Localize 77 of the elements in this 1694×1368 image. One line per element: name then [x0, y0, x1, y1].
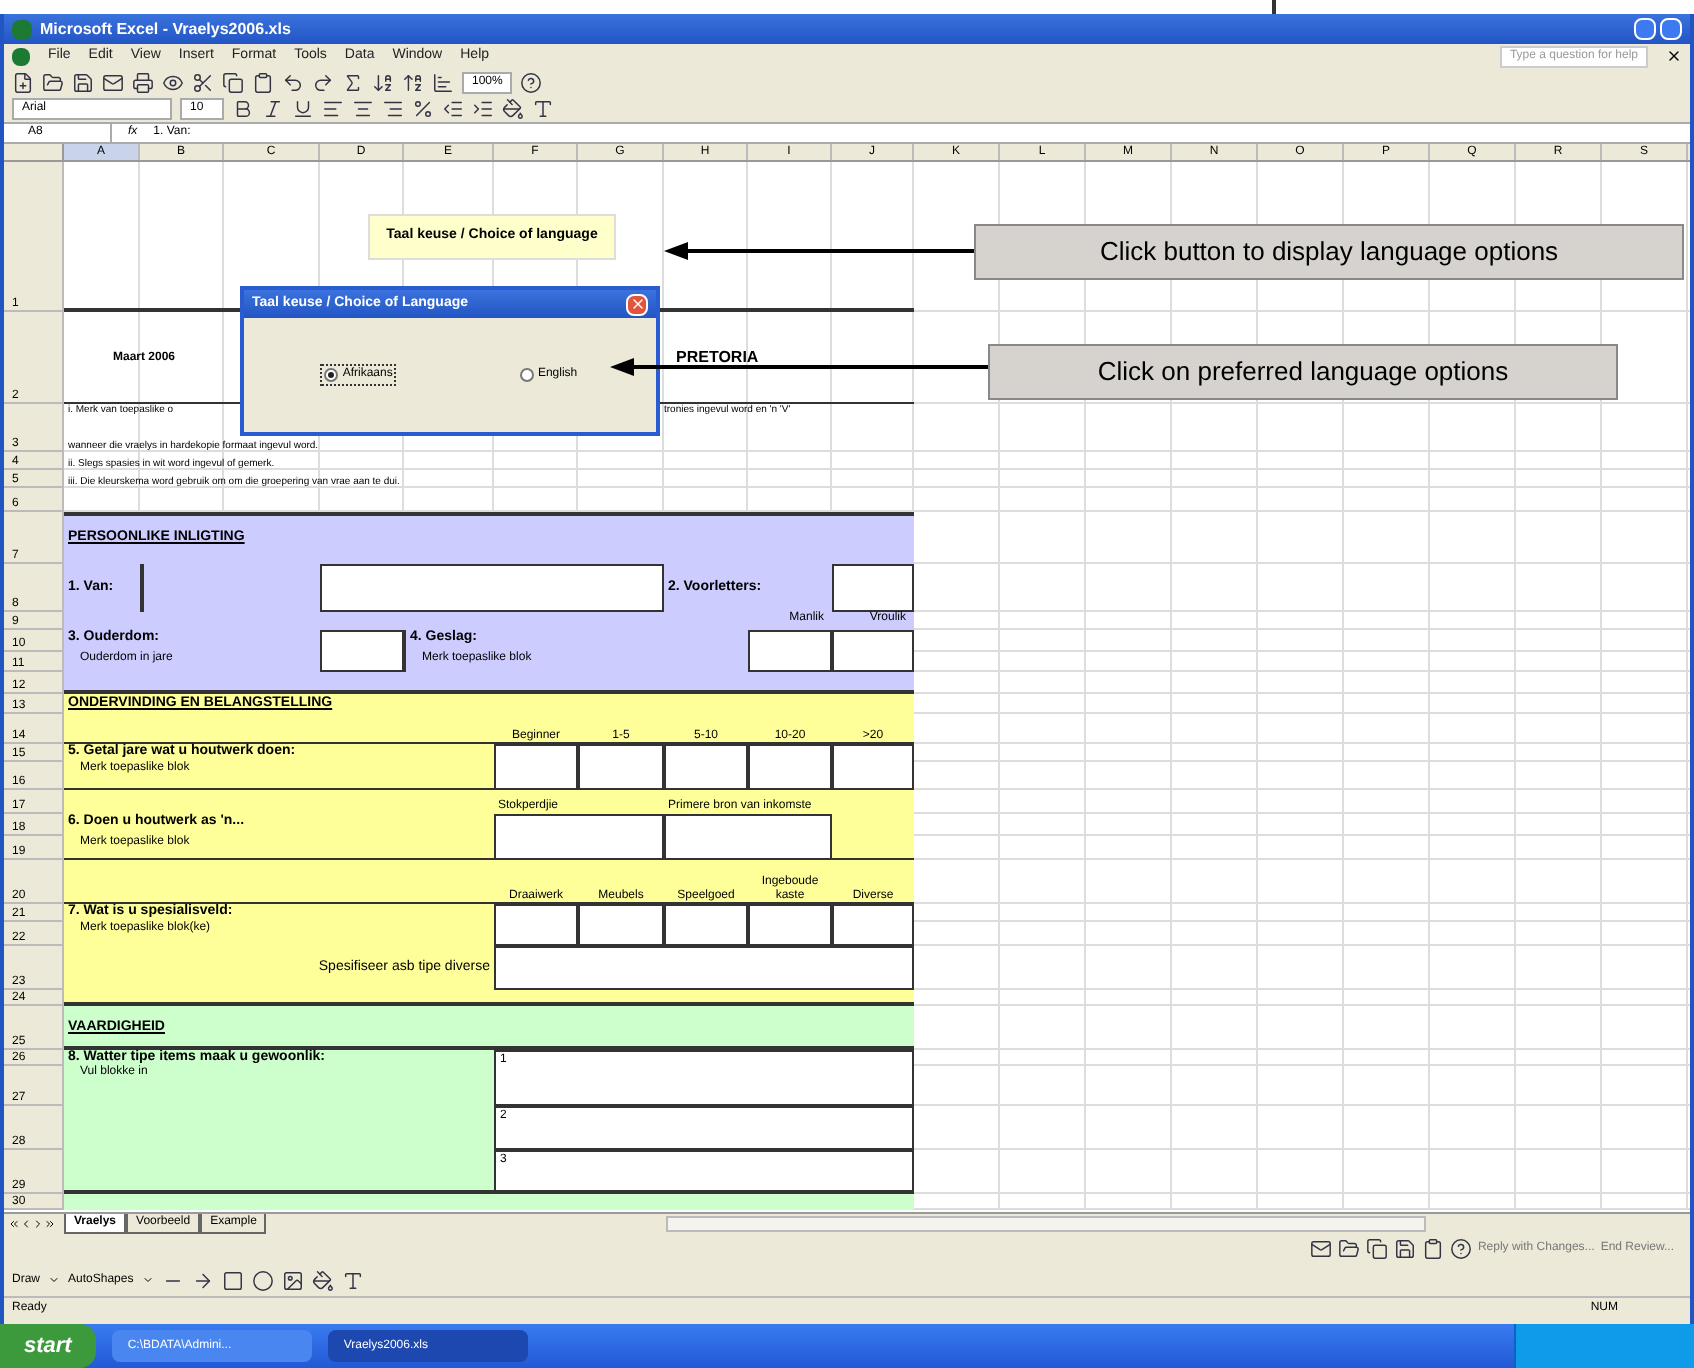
close-icon — [629, 296, 645, 312]
close-icon[interactable] — [1666, 48, 1682, 64]
new-icon[interactable] — [12, 71, 34, 93]
minimize-button[interactable] — [1634, 18, 1656, 40]
print-icon[interactable] — [132, 71, 154, 93]
paste-icon[interactable] — [252, 71, 274, 93]
checkbox-cell[interactable] — [748, 904, 832, 946]
redo-icon[interactable] — [312, 71, 334, 93]
dropdown-icon[interactable] — [48, 1274, 61, 1286]
fill-color-icon[interactable] — [502, 98, 524, 120]
checkbox-cell[interactable] — [494, 904, 578, 946]
undo-icon[interactable] — [282, 71, 304, 93]
checkbox-cell[interactable] — [832, 630, 914, 672]
review-tool-icon[interactable] — [1309, 1237, 1332, 1259]
checkbox-cell[interactable] — [748, 630, 832, 672]
align-right-icon[interactable] — [382, 98, 404, 120]
callout: Click button to display language options — [974, 224, 1684, 280]
input-field[interactable] — [320, 564, 664, 612]
tab-scroll-icon[interactable] — [44, 1217, 56, 1229]
checkbox-cell[interactable] — [664, 814, 832, 860]
rectangle-icon[interactable] — [221, 1269, 244, 1291]
checkbox-cell[interactable] — [494, 814, 664, 860]
checkbox-cell[interactable] — [664, 744, 748, 790]
percent-icon[interactable] — [412, 98, 434, 120]
font-color-icon[interactable] — [532, 98, 554, 120]
restore-button[interactable] — [1660, 18, 1682, 40]
cut-icon[interactable] — [192, 71, 214, 93]
sum-icon[interactable] — [342, 71, 364, 93]
close-button[interactable] — [626, 293, 648, 315]
italic-icon[interactable] — [262, 98, 284, 120]
review-tool-icon[interactable] — [1337, 1237, 1360, 1259]
form-heading: PRETORIA — [674, 346, 761, 370]
window-title: Microsoft Excel - Vraelys2006.xls — [40, 17, 291, 41]
preview-icon[interactable] — [162, 71, 184, 93]
sort-descending-icon[interactable] — [402, 71, 424, 93]
underline-icon[interactable] — [292, 98, 314, 120]
save-icon[interactable] — [72, 71, 94, 93]
checkbox-cell[interactable] — [578, 904, 664, 946]
app-icon — [12, 19, 32, 39]
outdent-icon[interactable] — [442, 98, 464, 120]
image-icon[interactable] — [281, 1269, 304, 1291]
radio-button[interactable] — [519, 368, 534, 382]
start-button[interactable]: start — [0, 1324, 96, 1368]
review-tool-icon[interactable] — [1421, 1237, 1444, 1259]
align-left-icon[interactable] — [322, 98, 344, 120]
oval-icon[interactable] — [251, 1269, 274, 1291]
align-center-icon[interactable] — [352, 98, 374, 120]
checkbox-cell[interactable] — [748, 744, 832, 790]
review-tool-icon[interactable] — [1393, 1237, 1416, 1259]
input-field[interactable] — [320, 630, 404, 672]
checkbox-cell[interactable] — [832, 744, 914, 790]
tab-scroll-icon[interactable] — [8, 1217, 20, 1229]
chart-icon[interactable] — [432, 71, 454, 93]
checkbox-cell[interactable] — [832, 904, 914, 946]
callout: Click on preferred language options — [988, 344, 1618, 400]
review-tool-icon[interactable] — [1365, 1237, 1388, 1259]
radio-button[interactable] — [324, 368, 339, 382]
workbook-icon — [12, 47, 30, 65]
fill-color-icon[interactable] — [311, 1269, 334, 1291]
indent-icon[interactable] — [472, 98, 494, 120]
copy-icon[interactable] — [222, 71, 244, 93]
sort-ascending-icon[interactable] — [372, 71, 394, 93]
bold-icon[interactable] — [232, 98, 254, 120]
dropdown-icon[interactable] — [141, 1274, 154, 1286]
input-field[interactable] — [832, 564, 914, 612]
input-field[interactable] — [494, 946, 914, 990]
horizontal-scrollbar[interactable] — [666, 1215, 1427, 1231]
mail-icon[interactable] — [102, 71, 124, 93]
checkbox-cell[interactable] — [664, 904, 748, 946]
review-tool-icon[interactable] — [1449, 1237, 1472, 1259]
folder-icon[interactable] — [42, 71, 64, 93]
arrow-icon — [664, 242, 974, 260]
checkbox-cell[interactable] — [494, 744, 578, 790]
help-icon[interactable] — [520, 71, 543, 93]
font-color-icon[interactable] — [341, 1269, 364, 1291]
arrow-icon[interactable] — [191, 1269, 214, 1291]
checkbox-cell[interactable] — [578, 744, 664, 790]
